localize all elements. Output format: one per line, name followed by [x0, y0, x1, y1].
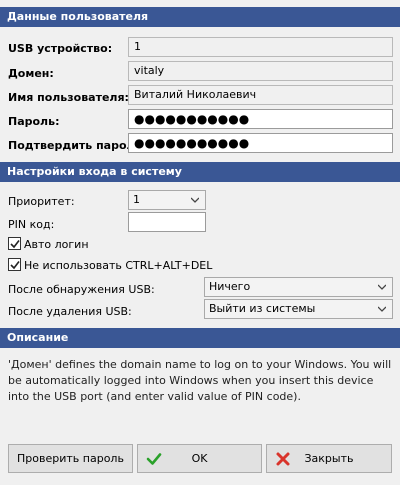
close-label: Закрыть [304, 452, 354, 465]
checkmark-icon [10, 261, 20, 270]
password-input[interactable]: ●●●●●●●●●●● [128, 109, 393, 129]
usb-device-field: 1 [128, 37, 393, 57]
checkmark-icon [146, 453, 162, 465]
login-settings-header: Настройки входа в систему [0, 162, 400, 182]
description-text: 'Домен' defines the domain name to log o… [8, 358, 392, 403]
checkmark-icon [10, 240, 20, 249]
no-ctrl-alt-del-checkbox[interactable] [8, 258, 21, 271]
autologin-label: Авто логин [24, 238, 89, 251]
description-header: Описание [0, 328, 400, 348]
domain-field: vitaly [128, 61, 393, 81]
ok-button[interactable]: OK [137, 444, 262, 473]
confirm-password-label: Подтвердить пароль: [8, 139, 146, 152]
priority-select[interactable]: 1 [128, 190, 206, 210]
pin-label: PIN код: [8, 218, 55, 231]
autologin-checkbox[interactable] [8, 237, 21, 250]
on-detect-value: Ничего [209, 280, 251, 293]
on-remove-value: Выйти из системы [209, 302, 316, 315]
chevron-down-icon [378, 306, 386, 312]
usb-device-label: USB устройство: [8, 42, 113, 55]
user-data-header: Данные пользователя [0, 7, 400, 27]
chevron-down-icon [191, 197, 199, 203]
password-label: Пароль: [8, 115, 60, 128]
on-detect-label: После обнаружения USB: [8, 283, 155, 296]
check-password-label: Проверить пароль [17, 452, 124, 465]
on-detect-select[interactable]: Ничего [204, 277, 393, 297]
ok-label: OK [191, 452, 208, 465]
confirm-password-input[interactable]: ●●●●●●●●●●● [128, 133, 393, 153]
priority-label: Приоритет: [8, 195, 75, 208]
on-remove-select[interactable]: Выйти из системы [204, 299, 393, 319]
domain-label: Домен: [8, 67, 54, 80]
no-ctrl-alt-del-label: Не использовать CTRL+ALT+DEL [24, 259, 213, 272]
check-password-button[interactable]: Проверить пароль [8, 444, 133, 473]
username-field: Виталий Николаевич [128, 85, 393, 105]
on-remove-label: После удаления USB: [8, 305, 132, 318]
close-button[interactable]: Закрыть [266, 444, 392, 473]
priority-value: 1 [133, 193, 140, 206]
chevron-down-icon [378, 284, 386, 290]
username-label: Имя пользователя: [8, 91, 129, 104]
close-icon [276, 452, 290, 466]
pin-input[interactable] [128, 212, 206, 232]
